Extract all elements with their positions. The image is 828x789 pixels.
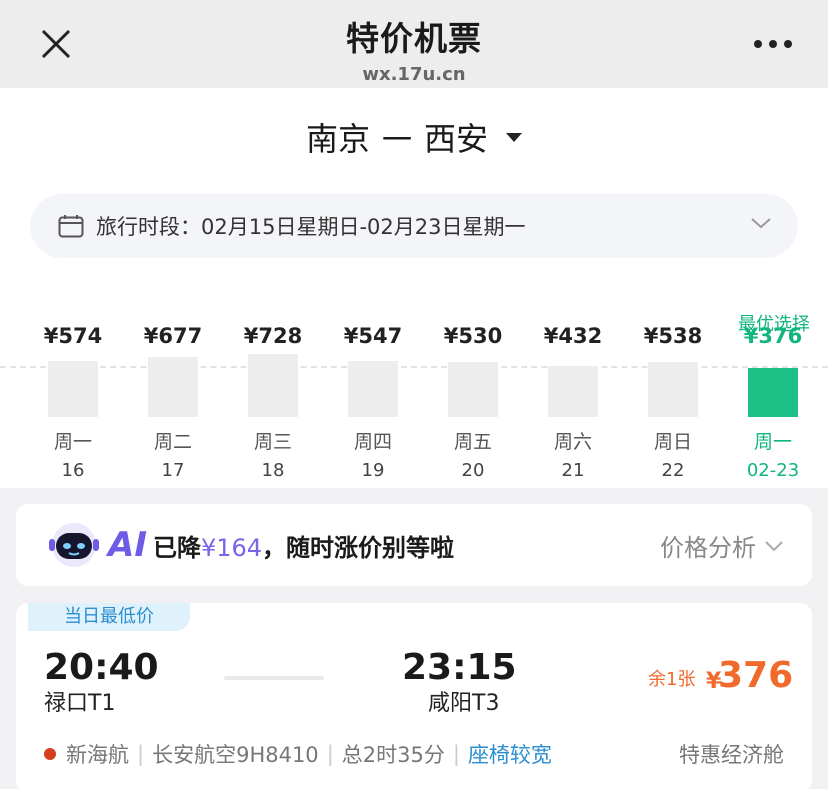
day-price: ¥574 (43, 324, 103, 348)
ai-price-card[interactable]: AI 已降¥164，随时涨价别等啦 价格分析 (16, 504, 812, 586)
price-bar (48, 360, 98, 417)
travel-period-text: 旅行时段：02月15日星期日-02月23日星期一 (96, 215, 526, 239)
page-url: wx.17u.cn (362, 64, 466, 85)
day-price: ¥728 (243, 324, 303, 348)
ai-prefix: 已降 (152, 533, 201, 562)
price-bar (648, 361, 698, 417)
day-date: 18 (261, 459, 285, 481)
day-weekday: 周一 (53, 430, 92, 453)
ai-drop-amount: ¥164 (200, 533, 263, 562)
flight-number: 长安航空9H8410 (152, 743, 319, 767)
route-destination: 西安 (424, 120, 489, 158)
price-day-6[interactable]: ¥538 周日 22 (628, 324, 718, 481)
day-weekday: 周日 (653, 430, 692, 453)
title-bar: 特价机票 wx.17u.cn (0, 0, 828, 88)
calendar-icon (58, 215, 84, 238)
caret-down-icon (506, 132, 523, 142)
day-weekday: 周四 (353, 430, 392, 453)
price-day-3[interactable]: ¥547 周四 19 (328, 324, 418, 481)
flight-meta: 新海航 | 长安航空9H8410 | 总2时35分 | 座椅较宽 (44, 739, 552, 769)
arrival-time: 23:15 (402, 647, 517, 688)
day-date: 02-23 (746, 459, 800, 481)
cabin-class: 特惠经济舱 (679, 743, 784, 767)
day-date: 22 (661, 459, 685, 481)
seat-note: 座椅较宽 (467, 743, 552, 767)
day-weekday: 周三 (253, 430, 292, 453)
seats-remaining: 余1张 (648, 669, 696, 690)
title-block: 特价机票 wx.17u.cn (0, 12, 828, 85)
day-date: 20 (461, 459, 485, 481)
price-analysis-button[interactable]: 价格分析 (660, 528, 784, 563)
day-weekday: 周一 (753, 430, 792, 453)
airline-logo-icon (44, 748, 56, 760)
ai-logo: AI (108, 525, 147, 565)
day-price: ¥376 (743, 324, 803, 348)
divider: | (326, 742, 334, 766)
route-origin: 南京 (305, 120, 370, 158)
day-price: ¥432 (543, 324, 603, 348)
price-bar (148, 356, 198, 417)
day-price: ¥538 (643, 324, 703, 348)
more-dots-icon (754, 40, 792, 48)
lowest-price-badge: 当日最低价 (28, 603, 190, 631)
route-dash: 一 (382, 123, 412, 158)
price-day-5[interactable]: ¥432 周六 21 (528, 324, 618, 481)
flight-duration: 总2时35分 (341, 743, 445, 767)
price-bar (448, 361, 498, 417)
search-panel: 南京 一 西安 旅行时段：02月15日星期日-02月23日星期一 最优选择 ¥5… (0, 88, 828, 488)
departure-time: 20:40 (44, 647, 159, 688)
arrival-airport: 咸阳T3 (428, 691, 500, 716)
chevron-down-icon (751, 218, 771, 229)
day-date: 21 (561, 459, 585, 481)
price-day-1[interactable]: ¥677 周二 17 (128, 324, 218, 481)
divider: | (137, 742, 145, 766)
route-selector[interactable]: 南京 一 西安 (0, 114, 828, 160)
price-day-0[interactable]: ¥574 周一 16 (28, 324, 118, 481)
price-bar (348, 360, 398, 417)
ai-suffix: ，随时涨价别等啦 (262, 533, 455, 562)
ai-drop-message: 已降¥164，随时涨价别等啦 (153, 528, 454, 563)
travel-period-selector[interactable]: 旅行时段：02月15日星期日-02月23日星期一 (30, 194, 798, 258)
more-button[interactable] (748, 30, 798, 58)
day-price: ¥547 (343, 324, 403, 348)
day-weekday: 周五 (453, 430, 492, 453)
day-price: ¥677 (143, 324, 203, 348)
day-weekday: 周六 (553, 430, 592, 453)
price-bar (748, 367, 798, 417)
divider: | (452, 742, 460, 766)
flight-card[interactable]: 当日最低价 20:40 禄口T1 23:15 咸阳T3 余1张 ¥ 376 新海… (16, 603, 812, 789)
page-title: 特价机票 (346, 19, 482, 58)
airline-name: 新海航 (66, 743, 129, 767)
day-date: 17 (161, 459, 185, 481)
departure-airport: 禄口T1 (44, 691, 116, 716)
flight-arrow-line (224, 676, 324, 680)
price-analysis-label: 价格分析 (660, 534, 756, 562)
day-date: 19 (361, 459, 385, 481)
price-bar (248, 353, 298, 417)
price-bar (548, 365, 598, 417)
chevron-down-icon (765, 540, 783, 551)
price-day-2[interactable]: ¥728 周三 18 (228, 324, 318, 481)
price-day-4[interactable]: ¥530 周五 20 (428, 324, 518, 481)
flight-price: 376 (718, 655, 794, 696)
day-price: ¥530 (443, 324, 503, 348)
day-weekday: 周二 (153, 430, 192, 453)
day-date: 16 (61, 459, 85, 481)
robot-icon (49, 523, 99, 567)
price-day-7[interactable]: ¥376 周一 02-23 (728, 324, 818, 481)
